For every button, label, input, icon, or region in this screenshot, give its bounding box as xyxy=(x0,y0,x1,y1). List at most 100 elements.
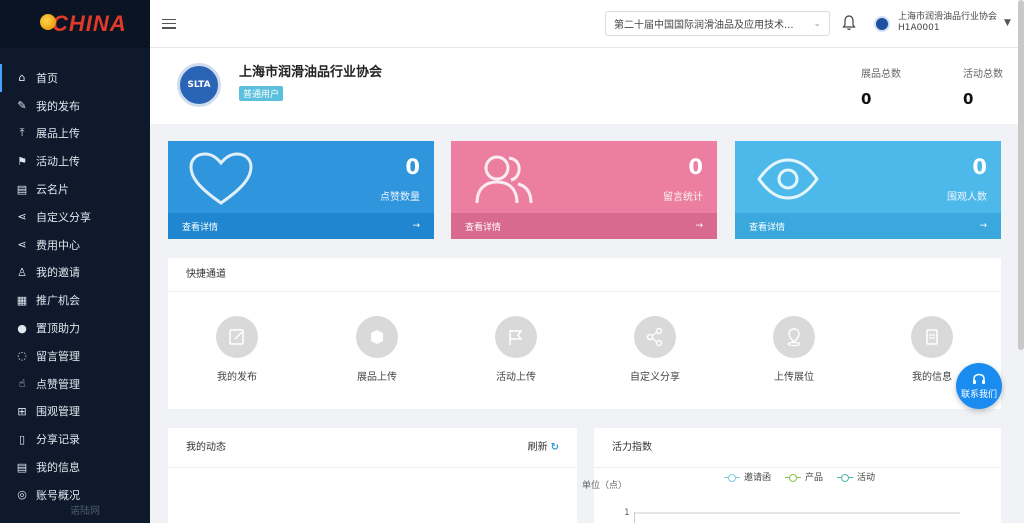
my-activity-title: 我的动态 xyxy=(186,442,226,453)
quick-label: 展品上传 xyxy=(357,372,397,383)
viewers-detail-link[interactable]: 查看详情 → xyxy=(735,213,1001,239)
sidebar-item-label: 留言管理 xyxy=(36,349,80,363)
logo[interactable]: CHINA xyxy=(0,0,150,48)
messages-label: 留言统计 xyxy=(663,192,703,203)
sidebar-item[interactable]: ♙ 我的邀请 xyxy=(0,259,150,287)
contact-us-label: 联系我们 xyxy=(960,389,997,400)
sidebar-item[interactable]: ✎ 我的发布 xyxy=(0,92,150,120)
top-header: 第二十届中国国际润滑油品及应用技术... ⌄ 上海市润滑油品行业协会 H1A00… xyxy=(150,0,1024,48)
promo-icon: ▦ xyxy=(16,293,28,307)
message-icon: ◌ xyxy=(17,349,27,363)
refresh-label: 刷新 xyxy=(527,442,548,453)
org-account[interactable]: 上海市润滑油品行业协会 H1A0001 xyxy=(898,12,997,34)
edit-icon: ✎ xyxy=(17,99,27,113)
sidebar-item[interactable]: ⚑ 活动上传 xyxy=(0,147,150,175)
quick-label: 我的发布 xyxy=(217,372,257,383)
quick-custom-share[interactable]: 自定义分享 xyxy=(610,316,700,383)
expo-select[interactable]: 第二十届中国国际润滑油品及应用技术... ⌄ xyxy=(605,11,830,36)
refresh-button[interactable]: 刷新 ↻ xyxy=(528,428,559,467)
viewers-card: 0 围观人数 查看详情 → xyxy=(735,141,1001,239)
logo-text: CHINA xyxy=(52,11,127,36)
likes-card: 0 点赞数量 查看详情 → xyxy=(168,141,434,239)
location-icon xyxy=(787,328,801,347)
sidebar-item-label: 自定义分享 xyxy=(36,210,91,224)
sidebar-item[interactable]: ▦ 推广机会 xyxy=(0,286,150,314)
watch-icon: ⊞ xyxy=(17,404,27,418)
contact-us-button[interactable]: 联系我们 xyxy=(956,363,1002,409)
likes-label: 点赞数量 xyxy=(380,192,420,203)
quick-upload-event[interactable]: 活动上传 xyxy=(471,316,561,383)
sidebar-item[interactable]: ▯ 分享记录 xyxy=(0,425,150,453)
sidebar-item[interactable]: ⋖ 自定义分享 xyxy=(0,203,150,231)
my-activity-panel: 我的动态 刷新 ↻ xyxy=(168,428,577,523)
profile-band: SLTA 上海市润滑油品行业协会 普通用户 展品总数 0 活动总数 0 xyxy=(150,48,1018,124)
legend-label: 邀请函 xyxy=(744,473,772,483)
bell-icon[interactable] xyxy=(842,15,856,31)
sidebar-item[interactable]: ⊞ 围观管理 xyxy=(0,398,150,426)
stat-value: 0 xyxy=(861,90,872,108)
quick-label: 自定义分享 xyxy=(630,372,680,383)
quick-channel-title: 快捷通道 xyxy=(168,258,1001,292)
watermark: 诺陆网 xyxy=(70,506,100,517)
sidebar-item[interactable]: ⋖ 费用中心 xyxy=(0,231,150,259)
sidebar-item-label: 云名片 xyxy=(36,183,69,197)
sidebar-item-label: 展品上传 xyxy=(36,127,80,141)
headset-icon xyxy=(973,373,985,384)
user-type-badge: 普通用户 xyxy=(239,86,284,101)
legend-label: 活动 xyxy=(857,473,876,483)
sidebar-item[interactable]: ⌂ 首页 xyxy=(0,64,150,92)
sidebar-item[interactable]: ⤒ 展品上传 xyxy=(0,120,150,148)
likes-detail-link[interactable]: 查看详情 → xyxy=(168,213,434,239)
record-icon: ▯ xyxy=(18,432,26,446)
sidebar: CHINA ⌂ 首页 ✎ 我的发布 ⤒ 展品上传 ⚑ 活动上传 ▤ 云名片 ⋖ 自定义分享 ⋖ 费用中心 ♙… xyxy=(0,0,150,523)
quick-label: 上传展位 xyxy=(774,372,814,383)
viewers-label: 围观人数 xyxy=(947,192,987,203)
quick-upload-exhibit[interactable]: 展品上传 xyxy=(332,316,422,383)
users-icon xyxy=(475,155,533,204)
detail-link-text: 查看详情 xyxy=(465,222,502,233)
upload-icon: ⤒ xyxy=(19,126,25,140)
vitality-title: 活力指数 xyxy=(612,442,652,453)
info-icon: ▤ xyxy=(16,460,28,474)
eye-icon xyxy=(757,158,819,200)
heart-icon xyxy=(189,152,253,205)
caret-down-icon[interactable]: ▼ xyxy=(1004,18,1011,28)
org-name: 上海市润滑油品行业协会 xyxy=(239,65,383,80)
quick-my-posts[interactable]: 我的发布 xyxy=(192,316,282,383)
stat-exhibits: 展品总数 0 xyxy=(861,65,901,108)
legend-item-event[interactable]: 活动 xyxy=(837,470,875,483)
sidebar-item[interactable]: ☝ 点赞管理 xyxy=(0,370,150,398)
sidebar-item-label: 活动上传 xyxy=(36,155,80,169)
pin-icon: ● xyxy=(17,321,27,335)
vitality-axis xyxy=(634,512,960,523)
page-scrollbar[interactable] xyxy=(1018,0,1024,350)
sidebar-item[interactable]: ◌ 留言管理 xyxy=(0,342,150,370)
org-logo-text: SLTA xyxy=(187,80,211,90)
quick-upload-booth[interactable]: 上传展位 xyxy=(749,316,839,383)
messages-detail-link[interactable]: 查看详情 → xyxy=(451,213,717,239)
flag-icon xyxy=(509,330,523,345)
account-icon: ◎ xyxy=(17,488,27,502)
legend-item-invitation[interactable]: 邀请函 xyxy=(724,470,771,483)
vitality-panel: 活力指数 邀请函 产品 活动 单位（点） 1 xyxy=(582,428,1001,523)
messages-count: 0 xyxy=(688,155,703,179)
legend-marker xyxy=(785,473,802,482)
thumb-icon: ☝ xyxy=(18,377,26,391)
vitality-legend: 邀请函 产品 活动 xyxy=(724,470,875,483)
sidebar-item[interactable]: ▤ 我的信息 xyxy=(0,453,150,481)
menu-toggle-button[interactable] xyxy=(162,17,176,31)
vitality-ytick: 1 xyxy=(624,508,630,518)
messages-card: 0 留言统计 查看详情 → xyxy=(451,141,717,239)
sidebar-item[interactable]: ▤ 云名片 xyxy=(0,175,150,203)
stat-label: 活动总数 xyxy=(963,69,1003,80)
sidebar-item-label: 围观管理 xyxy=(36,405,80,419)
users-icon: ♙ xyxy=(17,265,27,279)
org-avatar[interactable] xyxy=(874,16,890,32)
legend-marker xyxy=(837,473,854,482)
sidebar-item[interactable]: ● 置顶助力 xyxy=(0,314,150,342)
likes-count: 0 xyxy=(405,155,420,179)
viewers-count: 0 xyxy=(972,155,987,179)
stat-events: 活动总数 0 xyxy=(963,65,1003,108)
legend-item-product[interactable]: 产品 xyxy=(785,470,823,483)
quick-label: 活动上传 xyxy=(496,372,536,383)
